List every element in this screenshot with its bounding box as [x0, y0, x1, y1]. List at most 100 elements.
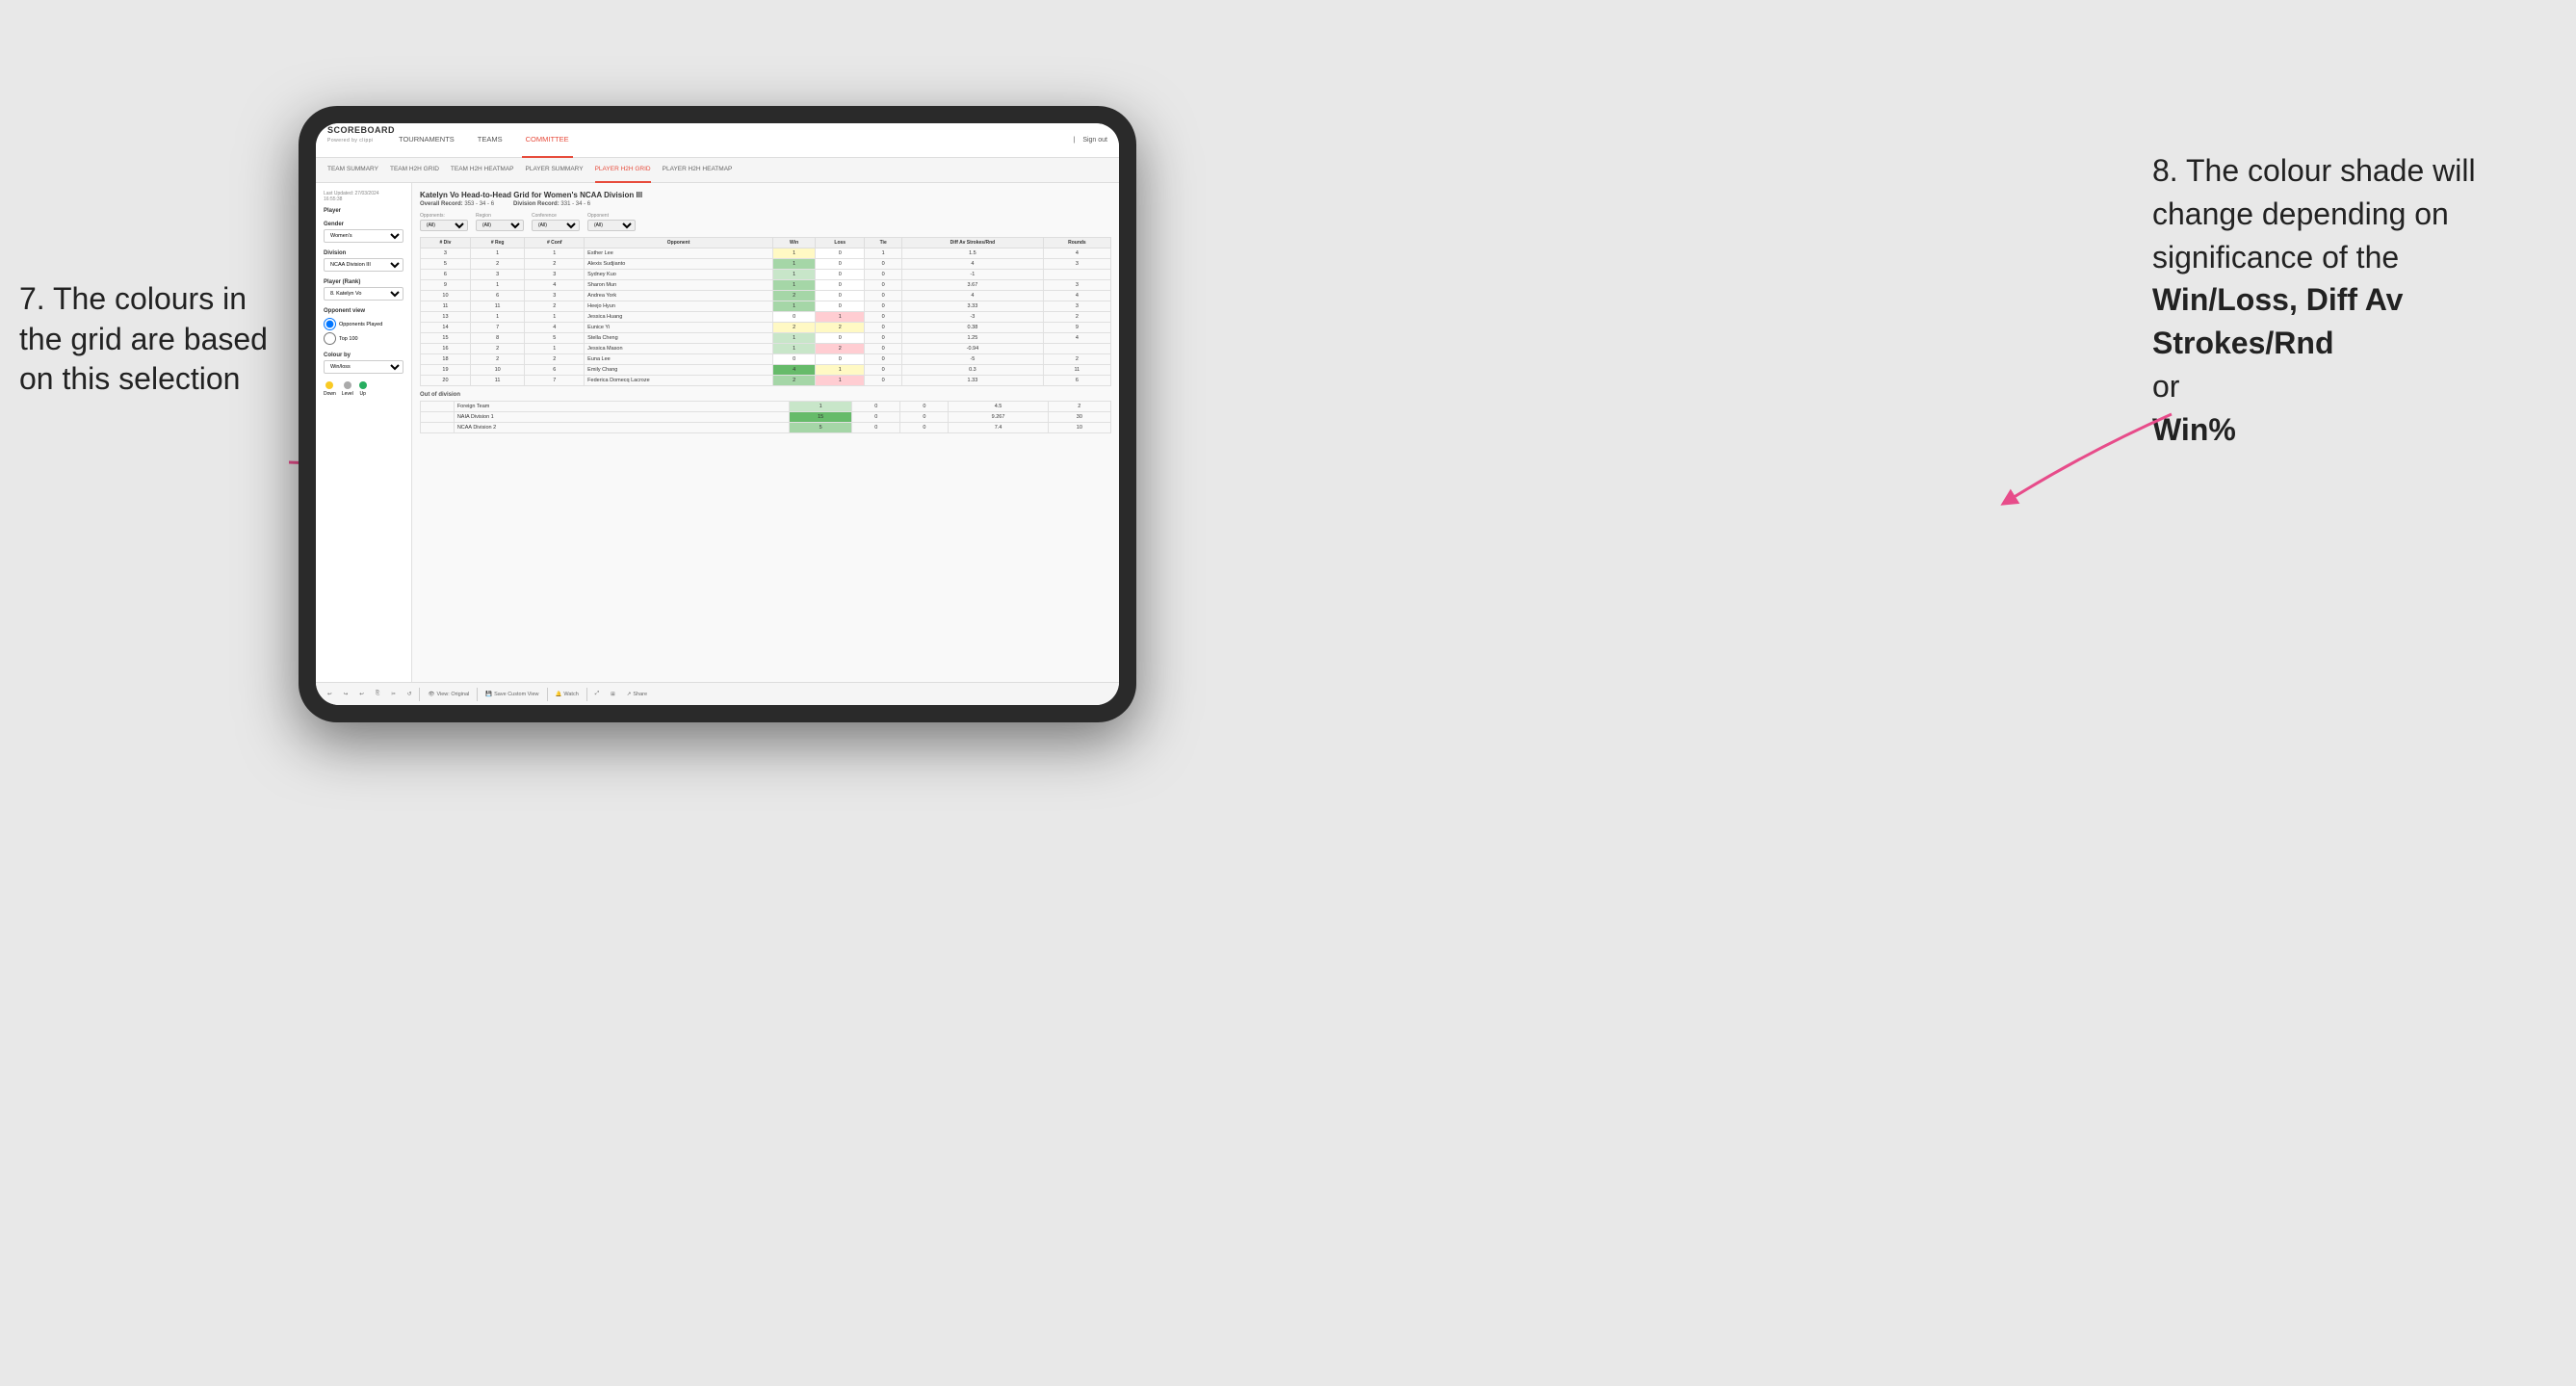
content-area: Last Updated: 27/03/2024 16:55:38 Player… — [316, 183, 1119, 682]
cell-ood-diff: 4.5 — [949, 402, 1048, 412]
subnav-player-h2h-grid[interactable]: PLAYER H2H GRID — [595, 158, 651, 183]
colour-by-section: Colour by Win/loss — [324, 353, 403, 374]
nav-tournaments[interactable]: TOURNAMENTS — [395, 123, 458, 158]
cell-ood-name: NAIA Division 1 — [454, 412, 789, 423]
gender-select[interactable]: Women's — [324, 229, 403, 243]
cell-reg: 6 — [470, 291, 524, 301]
opponents-select[interactable]: (All) — [420, 220, 468, 231]
cell-div: 14 — [421, 323, 471, 333]
col-diff: Diff Av Strokes/Rnd — [902, 238, 1044, 248]
redo-btn[interactable]: ↪ — [340, 690, 352, 699]
ood-table-row: NCAA Division 2 5 0 0 7.4 10 — [421, 423, 1111, 433]
annotation-right: 8. The colour shade will change dependin… — [2152, 149, 2518, 452]
cell-div: 9 — [421, 280, 471, 291]
eye-icon: 👁 — [428, 692, 434, 697]
cell-tie: 0 — [865, 291, 902, 301]
cell-ood-win: 1 — [790, 402, 852, 412]
annotation-left: 7. The colours in the grid are based on … — [19, 279, 289, 400]
division-select[interactable]: NCAA Division III — [324, 258, 403, 272]
table-row: 13 1 1 Jessica Huang 0 1 0 -3 2 — [421, 312, 1111, 323]
cell-diff: 1.5 — [902, 248, 1044, 259]
region-select[interactable]: (All) — [476, 220, 524, 231]
opponent-view-section: Opponent view Opponents Played Top 100 — [324, 308, 403, 345]
cell-conf: 5 — [525, 333, 585, 344]
cell-conf: 2 — [525, 301, 585, 312]
subnav-team-h2h-grid[interactable]: TEAM H2H GRID — [390, 158, 439, 183]
opponent-select[interactable]: (All) — [587, 220, 636, 231]
nav-teams[interactable]: TEAMS — [474, 123, 507, 158]
share-icon: ↗ — [627, 692, 632, 697]
cell-loss: 0 — [816, 291, 865, 301]
colour-by-select[interactable]: Win/loss — [324, 360, 403, 374]
undo-btn[interactable]: ↩ — [324, 690, 336, 699]
cut-btn[interactable]: ✂ — [387, 690, 400, 699]
nav-committee[interactable]: COMMITTEE — [522, 123, 573, 158]
cell-opponent: Alexis Sudjianto — [585, 259, 773, 270]
cell-div: 13 — [421, 312, 471, 323]
separator2 — [477, 688, 478, 701]
sign-out-link[interactable]: Sign out — [1082, 137, 1107, 144]
cell-div: 10 — [421, 291, 471, 301]
cell-ood-rounds: 10 — [1048, 423, 1110, 433]
cell-tie: 0 — [865, 270, 902, 280]
h2h-table: # Div # Reg # Conf Opponent Win Loss Tie… — [420, 237, 1111, 386]
cell-reg: 2 — [470, 259, 524, 270]
division-section: Division NCAA Division III — [324, 250, 403, 272]
subnav-team-h2h-heatmap[interactable]: TEAM H2H HEATMAP — [451, 158, 514, 183]
cell-loss: 0 — [816, 354, 865, 365]
cell-div: 5 — [421, 259, 471, 270]
ood-table-row: Foreign Team 1 0 0 4.5 2 — [421, 402, 1111, 412]
watch-btn[interactable]: 🔔 Watch — [552, 690, 583, 699]
cell-conf: 1 — [525, 248, 585, 259]
cell-rounds: 4 — [1043, 248, 1110, 259]
cell-conf: 6 — [525, 365, 585, 376]
cell-win: 1 — [773, 259, 816, 270]
subnav-team-summary[interactable]: TEAM SUMMARY — [327, 158, 378, 183]
cell-reg: 1 — [470, 312, 524, 323]
cell-win: 2 — [773, 323, 816, 333]
cell-ood-rounds: 30 — [1048, 412, 1110, 423]
opponents-filter: Opponents: (All) — [420, 213, 468, 231]
cell-ood-diff: 7.4 — [949, 423, 1048, 433]
cell-tie: 0 — [865, 301, 902, 312]
cell-diff: 0.3 — [902, 365, 1044, 376]
cell-diff: 4 — [902, 291, 1044, 301]
table-row: 6 3 3 Sydney Kuo 1 0 0 -1 — [421, 270, 1111, 280]
radio-top-100[interactable]: Top 100 — [324, 332, 403, 345]
grid-btn[interactable]: ⊞ — [607, 690, 619, 699]
share-btn[interactable]: ↗ Share — [623, 690, 651, 699]
cell-loss: 0 — [816, 270, 865, 280]
subnav-player-h2h-heatmap[interactable]: PLAYER H2H HEATMAP — [663, 158, 733, 183]
legend: Down Level Up — [324, 381, 403, 397]
refresh-btn[interactable]: ↺ — [403, 690, 416, 699]
table-row: 10 6 3 Andrea York 2 0 0 4 4 — [421, 291, 1111, 301]
cell-rounds — [1043, 344, 1110, 354]
view-original-btn[interactable]: 👁 View: Original — [424, 690, 473, 699]
conference-select[interactable]: (All) — [532, 220, 580, 231]
save-custom-view-btn[interactable]: 💾 Save Custom View — [481, 690, 542, 699]
cell-div: 11 — [421, 301, 471, 312]
cell-opponent: Esther Lee — [585, 248, 773, 259]
cell-tie: 0 — [865, 312, 902, 323]
nav-right: | Sign out — [1073, 137, 1107, 144]
subnav-player-summary[interactable]: PLAYER SUMMARY — [526, 158, 584, 183]
radio-opponents-played[interactable]: Opponents Played — [324, 318, 403, 330]
cell-ood-diff: 9.267 — [949, 412, 1048, 423]
cell-rounds: 3 — [1043, 301, 1110, 312]
cell-diff: 0.38 — [902, 323, 1044, 333]
player-rank-select[interactable]: 8. Katelyn Vo — [324, 287, 403, 301]
cell-conf: 4 — [525, 280, 585, 291]
cell-reg: 11 — [470, 376, 524, 386]
cell-tie: 0 — [865, 376, 902, 386]
cell-rounds: 4 — [1043, 333, 1110, 344]
expand-btn[interactable]: ⤢ — [591, 689, 603, 699]
legend-up: Up — [359, 381, 367, 397]
cell-loss: 0 — [816, 248, 865, 259]
redo2-btn[interactable]: ↩ — [355, 690, 368, 699]
cell-diff: 3.67 — [902, 280, 1044, 291]
col-reg: # Reg — [470, 238, 524, 248]
table-row: 19 10 6 Emily Chang 4 1 0 0.3 11 — [421, 365, 1111, 376]
cell-div: 18 — [421, 354, 471, 365]
copy-btn[interactable]: ⎘ — [372, 689, 383, 699]
cell-ood-tie: 0 — [900, 412, 949, 423]
